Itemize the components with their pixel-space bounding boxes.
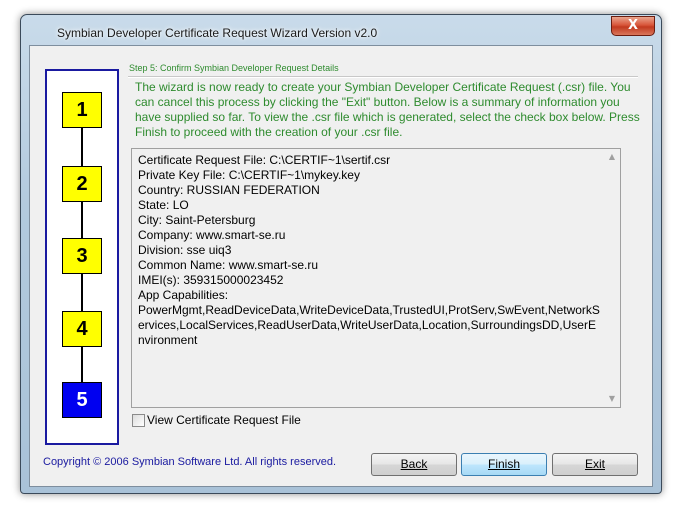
- summary-line-request-file: Certificate Request File: C:\CERTIF~1\se…: [138, 153, 391, 167]
- exit-button[interactable]: Exit: [552, 453, 638, 476]
- back-button[interactable]: Back: [371, 453, 457, 476]
- back-button-label: Back: [400, 457, 428, 471]
- title-bar[interactable]: Symbian Developer Certificate Request Wi…: [21, 15, 661, 45]
- wizard-client-area: 1 2 3 4 5 Step 5: Confirm Symbian Develo…: [29, 45, 653, 487]
- summary-line-state: State: LO: [138, 198, 189, 212]
- window-title: Symbian Developer Certificate Request Wi…: [57, 26, 378, 40]
- summary-line-company: Company: www.smart-se.ru: [138, 228, 286, 242]
- copyright-text: Copyright © 2006 Symbian Software Ltd. A…: [43, 456, 337, 468]
- step-1-indicator: 1: [62, 92, 102, 128]
- finish-button-label: Finish: [487, 457, 520, 471]
- view-request-file-checkbox[interactable]: [132, 414, 145, 427]
- summary-lines: Certificate Request File: C:\CERTIF~1\se…: [138, 153, 600, 348]
- summary-line-division: Division: sse uiq3: [138, 243, 232, 257]
- view-request-file-label[interactable]: View Certificate Request File: [147, 413, 301, 427]
- step-2-indicator: 2: [62, 166, 102, 202]
- wizard-window: Symbian Developer Certificate Request Wi…: [20, 14, 662, 494]
- step-5-indicator: 5: [62, 382, 102, 418]
- scroll-up-arrow-icon[interactable]: ▲: [604, 149, 620, 165]
- intro-text: The wizard is now ready to create your S…: [135, 80, 640, 139]
- finish-button[interactable]: Finish: [461, 453, 547, 476]
- step-3-indicator: 3: [62, 238, 102, 274]
- summary-line-country: Country: RUSSIAN FEDERATION: [138, 183, 320, 197]
- summary-capabilities-value: PowerMgmt,ReadDeviceData,WriteDeviceData…: [138, 303, 600, 347]
- summary-textbox[interactable]: Certificate Request File: C:\CERTIF~1\se…: [131, 148, 621, 408]
- step-4-indicator: 4: [62, 311, 102, 347]
- heading-divider: [128, 76, 638, 78]
- close-button[interactable]: X: [611, 16, 655, 36]
- steps-panel: 1 2 3 4 5: [45, 69, 119, 445]
- summary-line-key-file: Private Key File: C:\CERTIF~1\mykey.key: [138, 168, 360, 182]
- summary-line-city: City: Saint-Petersburg: [138, 213, 256, 227]
- step-heading: Step 5: Confirm Symbian Developer Reques…: [129, 63, 339, 73]
- summary-line-common-name: Common Name: www.smart-se.ru: [138, 258, 319, 272]
- exit-button-label: Exit: [584, 457, 605, 471]
- summary-line-capabilities-label: App Capabilities:: [138, 288, 229, 302]
- summary-line-imei: IMEI(s): 359315000023452: [138, 273, 284, 287]
- summary-scrollbar[interactable]: ▲ ▼: [604, 149, 620, 407]
- scroll-down-arrow-icon[interactable]: ▼: [604, 391, 620, 407]
